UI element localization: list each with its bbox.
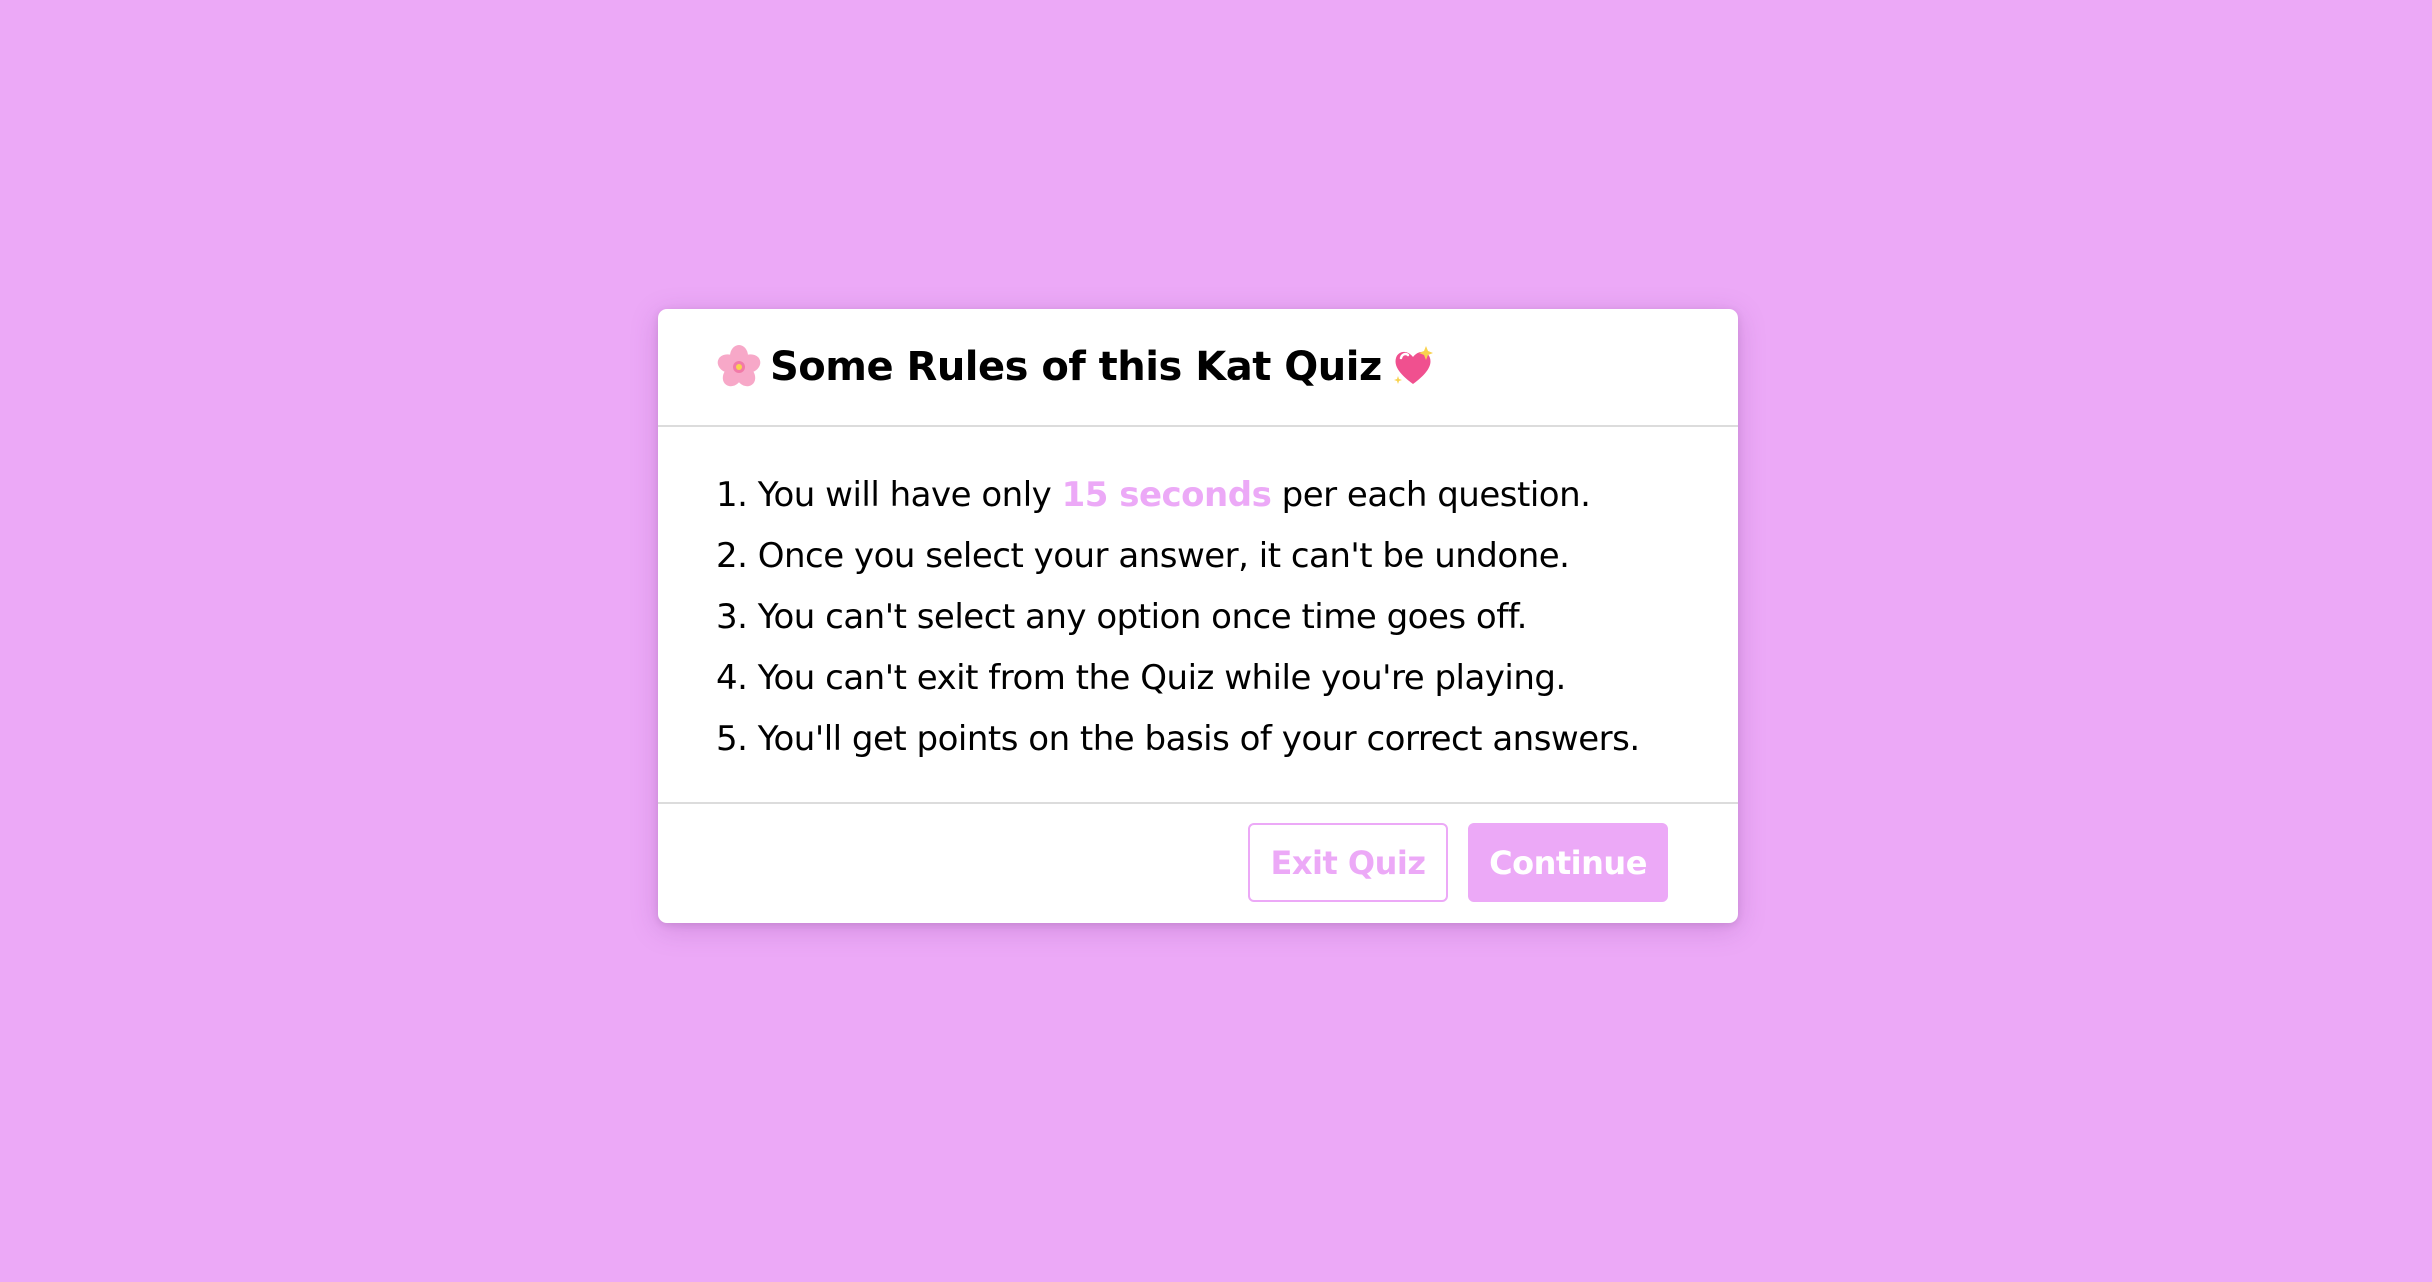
dialog-footer: Exit Quiz Continue [658,804,1738,921]
rule-item-1: 1. You will have only 15 seconds per eac… [716,465,1698,526]
rule-1-highlight: 15 seconds [1061,475,1272,515]
dialog-header: Some Rules of this Kat Quiz [658,309,1738,427]
rule-item-2: 2. Once you select your answer, it can't… [716,536,1570,576]
dialog-title-text: Some Rules of this Kat Quiz [770,344,1382,390]
rules-list: 1. You will have only 15 seconds per eac… [658,427,1738,804]
rule-item-3: 3. You can't select any option once time… [716,597,1527,637]
continue-button[interactable]: Continue [1468,823,1668,902]
dialog-title: Some Rules of this Kat Quiz [716,344,1436,390]
sparkling-heart-icon [1390,344,1436,390]
cherry-blossom-icon [716,344,762,390]
rule-1-text-after: per each question. [1271,475,1591,515]
exit-quiz-button[interactable]: Exit Quiz [1248,823,1448,902]
rule-item-5: 5. You'll get points on the basis of you… [716,719,1640,759]
quiz-rules-dialog: Some Rules of this Kat Quiz 1. You will … [658,309,1738,923]
rule-item-4: 4. You can't exit from the Quiz while yo… [716,658,1566,698]
rule-1-text-before: 1. You will have only [716,475,1062,515]
